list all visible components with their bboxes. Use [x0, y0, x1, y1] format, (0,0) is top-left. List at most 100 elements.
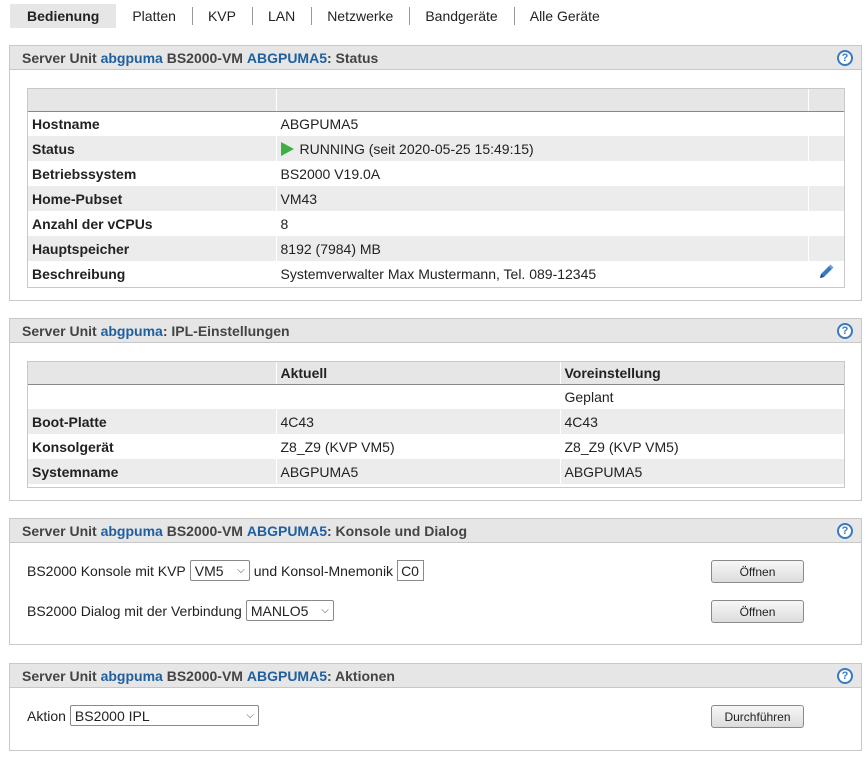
console-label: BS2000 Konsole mit KVP: [27, 562, 186, 579]
row-label: Home-Pubset: [28, 186, 276, 211]
help-icon[interactable]: ?: [837, 523, 853, 539]
open-console-button[interactable]: Öffnen: [711, 560, 804, 583]
ipl-table-header: Aktuell Voreinstellung: [28, 362, 844, 385]
row-value: Systemverwalter Max Mustermann, Tel. 089…: [275, 261, 808, 286]
console-title-prefix: Server Unit: [22, 522, 101, 539]
row-value: 8: [275, 211, 808, 236]
table-row: Geplant: [28, 384, 844, 409]
connection-select[interactable]: MANLO5 ⌵: [245, 600, 334, 621]
server-unit-link[interactable]: abgpuma: [101, 50, 163, 66]
col-current: Aktuell: [275, 362, 560, 385]
table-row: Hostname ABGPUMA5: [28, 111, 844, 136]
ipl-title-suffix: : IPL-Einstellungen: [162, 322, 290, 339]
row-value: BS2000 V19.0A: [275, 161, 808, 186]
tab-lan[interactable]: LAN: [251, 4, 311, 28]
console-row: BS2000 Konsole mit KVP VM5 ⌵ und Konsol-…: [27, 560, 425, 581]
action-label: Aktion: [27, 707, 66, 724]
tab-bar: Bedienung Platten KVP LAN Netzwerke Band…: [10, 4, 616, 28]
row-default: ABGPUMA5: [559, 459, 844, 484]
table-row: Beschreibung Systemverwalter Max Musterm…: [28, 261, 844, 286]
server-unit-link[interactable]: abgpuma: [101, 323, 163, 339]
row-label: Beschreibung: [32, 265, 126, 282]
action-select-value: BS2000 IPL: [74, 707, 150, 724]
chevron-down-icon: ⌵: [246, 710, 254, 721]
action-select[interactable]: BS2000 IPL ⌵: [69, 705, 259, 726]
row-label: Systemname: [28, 459, 276, 484]
status-text: RUNNING (seit 2020-05-25 15:49:15): [299, 140, 534, 157]
status-title-prefix: Server Unit: [22, 49, 101, 66]
table-row: Systemname ABGPUMA5 ABGPUMA5: [28, 459, 844, 484]
console-panel-header: Server Unit abgpuma BS2000-VM ABGPUMA5 :…: [10, 519, 861, 543]
mnemonic-label: und Konsol-Mnemonik: [253, 562, 394, 579]
col-default: Voreinstellung: [559, 362, 844, 385]
kvp-select[interactable]: VM5 ⌵: [189, 560, 250, 581]
dialog-row: BS2000 Dialog mit der Verbindung MANLO5 …: [27, 600, 338, 621]
subheader-planned: Geplant: [559, 384, 844, 409]
mnemonic-input[interactable]: C0: [397, 560, 425, 581]
table-row: Betriebssystem BS2000 V19.0A: [28, 161, 844, 186]
row-current: Z8_Z9 (KVP VM5): [275, 434, 560, 459]
tab-platten[interactable]: Platten: [116, 4, 192, 28]
row-value: 8192 (7984) MB: [275, 236, 808, 261]
status-panel-header: Server Unit abgpuma BS2000-VM ABGPUMA5 :…: [10, 46, 861, 70]
help-icon[interactable]: ?: [837, 668, 853, 684]
row-label: Status: [28, 136, 276, 161]
console-title-suffix: : Konsole und Dialog: [327, 522, 467, 539]
console-title-mid: BS2000-VM: [162, 522, 247, 539]
row-label: Betriebssystem: [32, 165, 137, 182]
status-table-header: [28, 89, 844, 112]
actions-panel-header: Server Unit abgpuma BS2000-VM ABGPUMA5 :…: [10, 664, 861, 688]
actions-panel: Server Unit abgpuma BS2000-VM ABGPUMA5 :…: [9, 663, 862, 751]
ipl-panel-header: Server Unit abgpuma : IPL-Einstellungen …: [10, 319, 861, 343]
connection-select-value: MANLO5: [250, 602, 309, 619]
status-title-suffix: : Status: [327, 49, 379, 66]
edit-pencil-icon[interactable]: [817, 263, 835, 284]
row-value: ABGPUMA5: [275, 111, 808, 136]
vm-name-link[interactable]: ABGPUMA5: [247, 668, 327, 684]
row-label: Anzahl der vCPUs: [32, 215, 153, 232]
row-value: VM43: [275, 186, 808, 211]
table-row: Anzahl der vCPUs 8: [28, 211, 844, 236]
help-icon[interactable]: ?: [837, 323, 853, 339]
kvp-select-value: VM5: [194, 562, 224, 579]
row-label: Hostname: [32, 115, 100, 132]
status-table: Hostname ABGPUMA5 Status RUNNING (seit 2…: [28, 89, 844, 286]
help-icon[interactable]: ?: [837, 50, 853, 66]
tab-bedienung[interactable]: Bedienung: [10, 4, 117, 28]
tab-netzwerke[interactable]: Netzwerke: [311, 4, 409, 28]
tab-kvp[interactable]: KVP: [191, 4, 252, 28]
ipl-title-prefix: Server Unit: [22, 322, 101, 339]
chevron-down-icon: ⌵: [237, 565, 245, 576]
vm-name-link[interactable]: ABGPUMA5: [247, 523, 327, 539]
row-current: ABGPUMA5: [275, 459, 560, 484]
server-unit-link[interactable]: abgpuma: [101, 668, 163, 684]
row-value: RUNNING (seit 2020-05-25 15:49:15): [275, 136, 808, 161]
row-default: Z8_Z9 (KVP VM5): [559, 434, 844, 459]
ipl-table: Aktuell Voreinstellung Geplant Boot-Plat…: [28, 362, 844, 484]
table-row: Boot-Platte 4C43 4C43: [28, 409, 844, 434]
tab-alle-geraete[interactable]: Alle Geräte: [513, 4, 616, 28]
row-label: Boot-Platte: [28, 409, 276, 434]
table-row: Konsolgerät Z8_Z9 (KVP VM5) Z8_Z9 (KVP V…: [28, 434, 844, 459]
chevron-down-icon: ⌵: [321, 605, 329, 616]
dialog-label: BS2000 Dialog mit der Verbindung: [27, 602, 242, 619]
actions-title-prefix: Server Unit: [22, 667, 101, 684]
table-row: Status RUNNING (seit 2020-05-25 15:49:15…: [28, 136, 844, 161]
status-panel: Server Unit abgpuma BS2000-VM ABGPUMA5 :…: [9, 45, 862, 301]
action-row: Aktion BS2000 IPL ⌵: [27, 705, 263, 726]
server-unit-link[interactable]: abgpuma: [101, 523, 163, 539]
row-current: 4C43: [275, 409, 560, 434]
vm-name-link[interactable]: ABGPUMA5: [247, 50, 327, 66]
execute-button[interactable]: Durchführen: [711, 705, 804, 728]
table-row: Home-Pubset VM43: [28, 186, 844, 211]
actions-title-mid: BS2000-VM: [162, 667, 247, 684]
row-label: Konsolgerät: [32, 438, 114, 455]
status-title-mid: BS2000-VM: [162, 49, 247, 66]
row-default: 4C43: [559, 409, 844, 434]
console-panel: Server Unit abgpuma BS2000-VM ABGPUMA5 :…: [9, 518, 862, 645]
table-row: Hauptspeicher 8192 (7984) MB: [28, 236, 844, 261]
row-label: Hauptspeicher: [28, 236, 276, 261]
tab-bandgeraete[interactable]: Bandgeräte: [409, 4, 513, 28]
open-dialog-button[interactable]: Öffnen: [711, 600, 804, 623]
actions-title-suffix: : Aktionen: [327, 667, 395, 684]
